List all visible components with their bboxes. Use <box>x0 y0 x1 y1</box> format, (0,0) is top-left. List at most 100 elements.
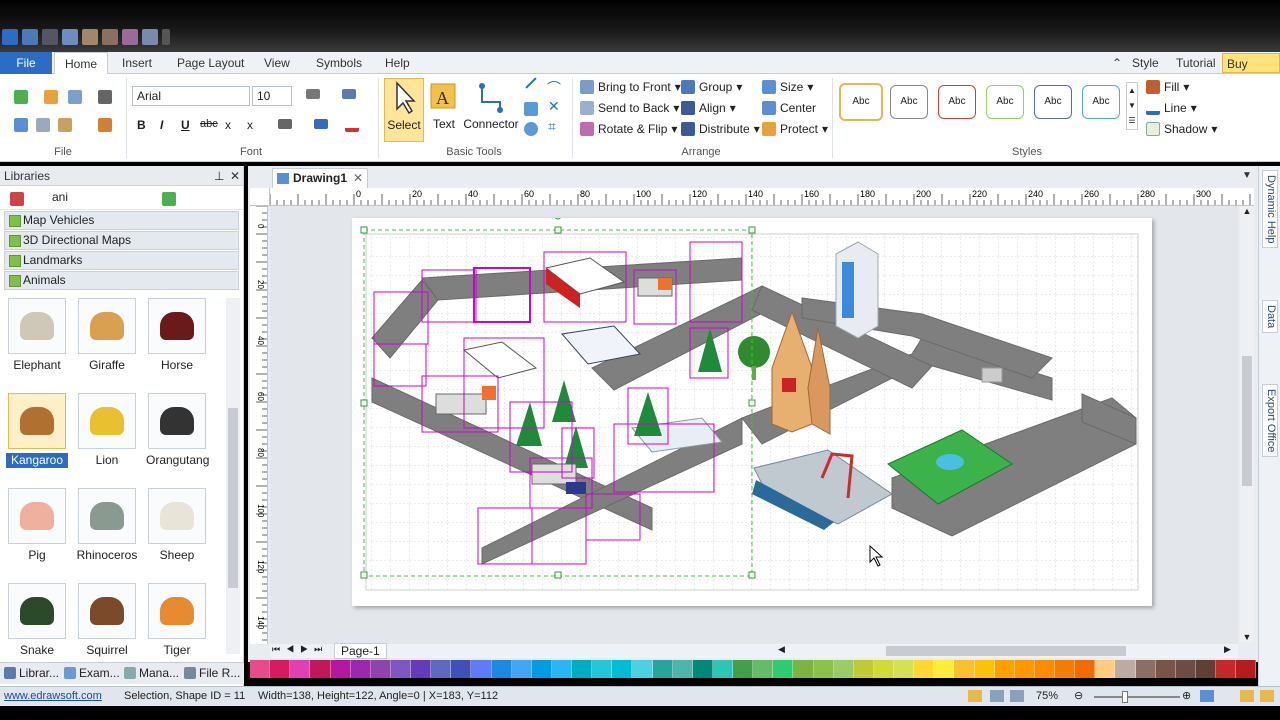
color-swatch[interactable] <box>592 660 613 678</box>
color-swatch[interactable] <box>632 660 653 678</box>
color-swatch[interactable] <box>894 660 915 678</box>
color-swatch[interactable] <box>753 660 774 678</box>
color-swatch[interactable] <box>1115 660 1136 678</box>
copy-icon[interactable] <box>36 118 50 132</box>
animal-thumbnail[interactable] <box>78 488 136 544</box>
library-category[interactable]: Animals <box>4 271 239 290</box>
size-button[interactable]: Size ▾ <box>762 80 813 94</box>
print-icon[interactable] <box>122 29 138 45</box>
color-swatch[interactable] <box>1135 660 1156 678</box>
superscript-button[interactable]: x <box>247 118 253 132</box>
style-sample-6[interactable]: Abc <box>1082 85 1120 119</box>
fit-page-icon[interactable] <box>1200 690 1214 702</box>
map-drawing[interactable] <box>352 212 1152 606</box>
tab-file[interactable]: File <box>0 52 52 74</box>
website-link[interactable]: www.edrawsoft.com <box>4 687 102 706</box>
animal-shape-horse[interactable]: Horse <box>146 298 208 373</box>
tab-file-recovery[interactable]: File R... <box>184 666 240 680</box>
strikethrough-button[interactable]: abc <box>200 118 218 130</box>
scroll-down-icon[interactable]: ▼ <box>1240 632 1254 642</box>
style-sample-2[interactable]: Abc <box>890 85 928 119</box>
select-button[interactable]: Select <box>384 78 424 142</box>
scroll-up-icon[interactable]: ▲ <box>1240 206 1254 216</box>
color-swatch[interactable] <box>1155 660 1176 678</box>
animal-shape-squirrel[interactable]: Squirrel <box>76 583 138 658</box>
fullscreen-icon[interactable] <box>1010 690 1024 702</box>
animal-shape-pig[interactable]: Pig <box>6 488 68 563</box>
tutorial-link[interactable]: Tutorial <box>1166 52 1226 74</box>
color-swatch[interactable] <box>733 660 754 678</box>
clipboard-icon[interactable] <box>142 29 158 45</box>
protect-button[interactable]: Protect ▾ <box>762 122 828 136</box>
color-swatch[interactable] <box>833 660 854 678</box>
fill-button[interactable]: Fill ▾ <box>1146 80 1189 94</box>
color-swatch[interactable] <box>411 660 432 678</box>
color-swatch[interactable] <box>853 660 874 678</box>
color-swatch[interactable] <box>652 660 673 678</box>
color-swatch[interactable] <box>551 660 572 678</box>
new-icon[interactable] <box>14 90 28 104</box>
crop-tool-icon[interactable]: ⌗ <box>548 118 556 135</box>
library-category[interactable]: Landmarks <box>4 251 239 270</box>
go-icon[interactable] <box>162 192 176 206</box>
color-swatch[interactable] <box>310 660 331 678</box>
connector-button[interactable]: Connector <box>462 80 520 140</box>
color-swatch[interactable] <box>954 660 975 678</box>
format-painter-icon[interactable] <box>98 118 112 132</box>
color-swatch[interactable] <box>612 660 633 678</box>
close-icon[interactable]: ✕ <box>353 169 363 188</box>
tab-manage[interactable]: Mana... <box>124 666 179 680</box>
scroll-thumb[interactable] <box>1242 356 1252 486</box>
animal-thumbnail[interactable] <box>8 298 66 354</box>
undo-icon[interactable] <box>22 29 38 45</box>
style-menu[interactable]: Style <box>1122 52 1169 74</box>
bus-stop[interactable] <box>981 367 1003 383</box>
dropdown-icon[interactable]: ▼ <box>1242 170 1252 181</box>
chevron-up-icon[interactable]: ⌃ <box>1112 52 1122 74</box>
color-swatch[interactable] <box>491 660 512 678</box>
color-swatch[interactable] <box>1236 660 1257 678</box>
color-swatch[interactable] <box>1175 660 1196 678</box>
style-sample-4[interactable]: Abc <box>986 85 1024 119</box>
styles-scroll[interactable]: ▲ ▼ ☰ <box>1126 82 1138 130</box>
color-swatch[interactable] <box>813 660 834 678</box>
library-search-input[interactable]: ani <box>48 188 156 208</box>
scroll-right-icon[interactable]: ▶ <box>1224 644 1231 655</box>
close-tool-icon[interactable]: ✕ <box>548 98 560 115</box>
tab-view[interactable]: View <box>254 52 300 74</box>
animal-thumbnail[interactable] <box>8 583 66 639</box>
animal-shape-giraffe[interactable]: Giraffe <box>76 298 138 373</box>
color-swatch[interactable] <box>250 660 271 678</box>
color-swatch[interactable] <box>330 660 351 678</box>
highlight-icon[interactable] <box>314 119 328 129</box>
tab-examples[interactable]: Exam... <box>64 666 120 680</box>
tab-libraries[interactable]: Librar... <box>4 666 59 680</box>
app-icon[interactable] <box>2 29 18 45</box>
zoom-in-icon[interactable]: ⊕ <box>1182 687 1191 706</box>
color-swatch[interactable] <box>1055 660 1076 678</box>
color-swatch[interactable] <box>350 660 371 678</box>
page-view-icon[interactable] <box>968 690 982 702</box>
color-swatch[interactable] <box>1034 660 1055 678</box>
animal-shape-elephant[interactable]: Elephant <box>6 298 68 373</box>
library-category[interactable]: 3D Directional Maps <box>4 231 239 250</box>
group-button[interactable]: Group ▾ <box>681 80 742 94</box>
color-swatch[interactable] <box>873 660 894 678</box>
color-swatch[interactable] <box>974 660 995 678</box>
bullets-icon[interactable] <box>342 89 356 99</box>
redo-icon[interactable] <box>42 29 58 45</box>
color-swatch[interactable] <box>370 660 391 678</box>
center-button[interactable]: Center <box>762 101 816 115</box>
scroll-thumb[interactable] <box>228 408 238 588</box>
shadow-button[interactable]: Shadow ▾ <box>1146 122 1217 136</box>
color-swatch[interactable] <box>672 660 693 678</box>
tab-help[interactable]: Help <box>375 52 420 74</box>
page-tab[interactable]: Page-1 <box>334 643 387 659</box>
font-size-select[interactable]: 10 <box>252 86 292 106</box>
rotate-flip-button[interactable]: Rotate & Flip ▾ <box>580 122 677 136</box>
send-to-back-button[interactable]: Send to Back ▾ <box>580 101 679 115</box>
style-sample-5[interactable]: Abc <box>1034 85 1072 119</box>
color-swatch[interactable] <box>270 660 291 678</box>
tab-home[interactable]: Home <box>54 52 109 75</box>
save-icon[interactable] <box>82 29 98 45</box>
